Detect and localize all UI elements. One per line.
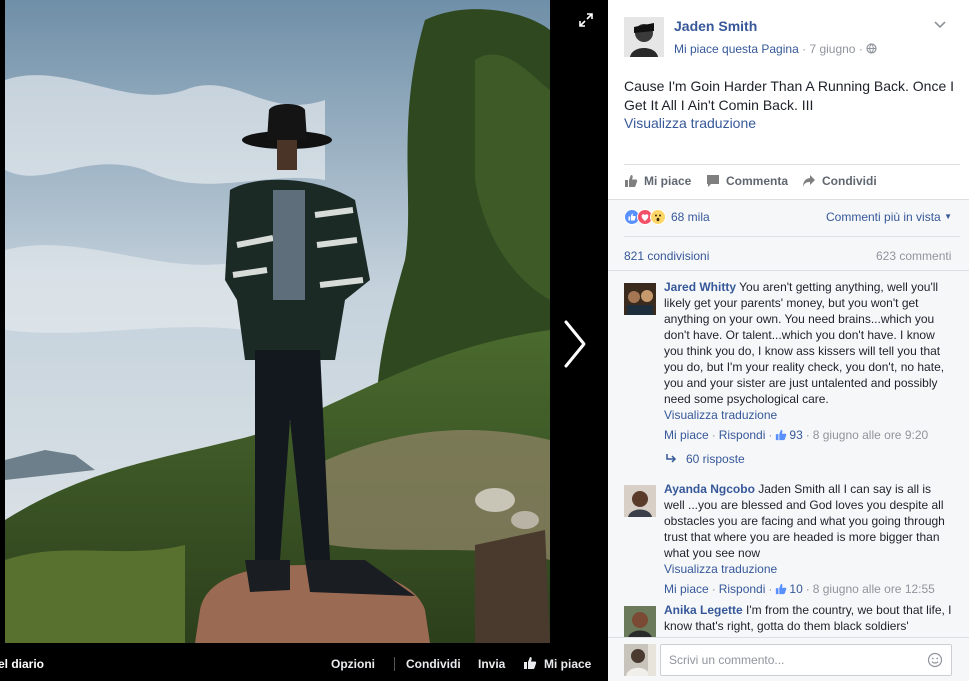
comment-input[interactable] xyxy=(660,644,952,676)
reply-arrow-icon xyxy=(666,454,677,463)
meta-separator: · xyxy=(805,428,810,442)
comment-meta: Mi piace · Rispondi · 10 · 8 giugno alle… xyxy=(664,581,954,597)
timeline-link[interactable]: el diario xyxy=(0,657,44,671)
wow-reaction-icon xyxy=(650,209,666,225)
comment-author[interactable]: Anika Legette xyxy=(664,603,743,617)
divider xyxy=(624,164,960,165)
meta-separator: · xyxy=(768,582,773,596)
divider xyxy=(608,270,969,271)
meta-separator: · xyxy=(858,42,867,56)
post-photo[interactable] xyxy=(5,0,550,643)
thumbs-up-icon[interactable] xyxy=(523,656,537,670)
meta-separator: · xyxy=(711,428,716,442)
reactions-count[interactable]: 68 mila xyxy=(671,210,710,224)
comment-reply-link[interactable]: Rispondi xyxy=(719,427,766,443)
photo-illustration xyxy=(5,0,550,643)
bar-divider xyxy=(394,657,395,671)
divider xyxy=(624,236,960,237)
next-arrow-icon[interactable] xyxy=(556,316,592,372)
replies-label: 60 risposte xyxy=(686,452,745,466)
share-arrow-icon xyxy=(803,175,815,187)
like-button[interactable]: Mi piace xyxy=(544,657,591,671)
like-action-label: Mi piace xyxy=(644,174,692,188)
expand-icon[interactable] xyxy=(578,12,594,28)
comment-timestamp[interactable]: 8 giugno alle ore 12:55 xyxy=(813,581,935,597)
see-translation-link[interactable]: Visualizza traduzione xyxy=(664,407,954,423)
divider xyxy=(608,199,969,200)
see-translation-link[interactable]: Visualizza traduzione xyxy=(624,115,756,131)
emoji-icon[interactable] xyxy=(927,652,943,668)
comment-action[interactable]: Commenta xyxy=(706,174,788,188)
thumbs-up-icon xyxy=(776,429,787,441)
caret-down-icon: ▼ xyxy=(944,212,952,221)
view-replies-link[interactable]: 60 risposte xyxy=(666,452,745,466)
comment-meta: Mi piace · Rispondi · 93 · 8 giugno alle… xyxy=(664,427,954,443)
shares-count[interactable]: 821 condivisioni xyxy=(624,249,709,263)
comment-like-link[interactable]: Mi piace xyxy=(664,581,709,597)
thumbs-up-icon xyxy=(625,175,638,187)
options-button[interactable]: Opzioni xyxy=(331,657,375,671)
comments-count[interactable]: 623 commenti xyxy=(876,249,951,263)
comment-like-link[interactable]: Mi piace xyxy=(664,427,709,443)
chevron-down-icon[interactable] xyxy=(934,20,946,30)
post-text: Cause I'm Goin Harder Than A Running Bac… xyxy=(624,78,955,113)
comment-likes-count[interactable]: 93 xyxy=(789,427,802,443)
like-action[interactable]: Mi piace xyxy=(624,174,691,188)
share-button[interactable]: Condividi xyxy=(406,657,461,671)
comment-author[interactable]: Ayanda Ngcobo xyxy=(664,482,755,496)
comment-sort-label: Commenti più in vista xyxy=(826,210,941,224)
meta-separator: · xyxy=(768,428,773,442)
comment-bubble-icon xyxy=(707,175,719,187)
page-name[interactable]: Jaden Smith xyxy=(674,18,757,34)
comment-author[interactable]: Jared Whitty xyxy=(664,280,736,294)
comment-sort-select[interactable]: Commenti più in vista ▼ xyxy=(826,210,952,224)
comment-text: You aren't getting anything, well you'll… xyxy=(664,280,945,406)
share-action-label: Condividi xyxy=(822,174,877,188)
avatar[interactable] xyxy=(624,644,656,676)
avatar[interactable] xyxy=(624,485,656,517)
avatar[interactable] xyxy=(624,606,656,638)
like-page-link[interactable]: Mi piace questa Pagina xyxy=(674,42,799,56)
photo-viewer: el diario Opzioni Condividi Invia Mi pia… xyxy=(0,0,608,681)
globe-icon xyxy=(866,43,877,54)
share-action[interactable]: Condividi xyxy=(802,174,877,188)
meta-separator: · xyxy=(711,582,716,596)
comment-composer xyxy=(608,637,969,681)
post-date[interactable]: 7 giugno xyxy=(809,42,855,56)
avatar[interactable] xyxy=(624,17,664,57)
comment-likes-count[interactable]: 10 xyxy=(789,581,802,597)
meta-separator: · xyxy=(805,582,810,596)
reactions-summary[interactable]: 68 mila xyxy=(624,209,710,225)
viewer-bottom-bar: el diario Opzioni Condividi Invia Mi pia… xyxy=(0,643,608,681)
send-button[interactable]: Invia xyxy=(478,657,505,671)
avatar[interactable] xyxy=(624,283,656,315)
post-panel: Jaden Smith Mi piace questa Pagina · 7 g… xyxy=(608,0,969,681)
post-meta: Mi piace questa Pagina · 7 giugno · xyxy=(674,42,877,56)
comment-action-label: Commenta xyxy=(726,174,789,188)
see-translation-link[interactable]: Visualizza traduzione xyxy=(664,561,954,577)
comment-timestamp[interactable]: 8 giugno alle ore 9:20 xyxy=(813,427,928,443)
thumbs-up-icon xyxy=(776,583,787,595)
comment-reply-link[interactable]: Rispondi xyxy=(719,581,766,597)
